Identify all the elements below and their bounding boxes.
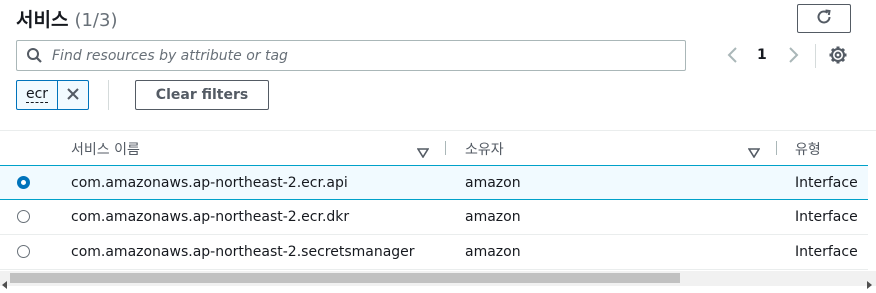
service-name-cell: com.amazonaws.ap-northeast-2.secretsmana… [71, 244, 415, 260]
service-name-cell: com.amazonaws.ap-northeast-2.ecr.api [71, 175, 348, 191]
type-cell: Interface [795, 209, 858, 225]
scroll-right-arrow-icon[interactable] [866, 274, 872, 293]
clear-filters-button[interactable]: Clear filters [135, 80, 269, 110]
owner-cell: amazon [465, 209, 521, 225]
column-resize-handle[interactable] [445, 141, 446, 155]
selection-count: (1/3) [74, 10, 118, 31]
search-field[interactable] [16, 40, 686, 71]
row-radio-button[interactable] [17, 245, 30, 258]
filter-token-dismiss-button[interactable] [58, 81, 88, 109]
column-header-service-name[interactable]: 서비스 이름 [71, 139, 140, 159]
table-row[interactable]: com.amazonaws.ap-northeast-2.ecr.api ama… [0, 165, 868, 200]
table-row[interactable]: com.amazonaws.ap-northeast-2.secretsmana… [0, 235, 868, 270]
gear-icon[interactable] [828, 45, 848, 69]
type-cell: Interface [795, 175, 858, 191]
pager-divider [815, 44, 816, 68]
search-input[interactable] [52, 41, 672, 70]
column-resize-handle[interactable] [776, 141, 777, 155]
service-name-cell: com.amazonaws.ap-northeast-2.ecr.dkr [71, 209, 350, 225]
horizontal-scrollbar[interactable] [0, 271, 876, 289]
page-title: 서비스 (1/3) [16, 5, 117, 32]
chevron-left-icon[interactable] [726, 46, 740, 68]
table-top-border [0, 130, 876, 131]
title-text: 서비스 [16, 9, 69, 31]
filter-divider [108, 80, 109, 110]
close-icon [66, 86, 80, 105]
filter-token: ecr [16, 80, 89, 110]
scroll-left-arrow-icon[interactable] [2, 274, 8, 293]
column-header-owner[interactable]: 소유자 [465, 139, 504, 159]
table-row[interactable]: com.amazonaws.ap-northeast-2.ecr.dkr ama… [0, 200, 868, 235]
filter-token-label[interactable]: ecr [17, 81, 58, 109]
current-page-number[interactable]: 1 [757, 47, 767, 63]
column-header-type[interactable]: 유형 [795, 139, 821, 159]
owner-cell: amazon [465, 175, 521, 191]
row-radio-button[interactable] [17, 176, 30, 189]
refresh-button[interactable] [797, 4, 851, 33]
owner-cell: amazon [465, 244, 521, 260]
type-cell: Interface [795, 244, 858, 260]
refresh-icon [815, 8, 833, 30]
search-icon [26, 47, 43, 68]
caret-down-icon[interactable] [416, 143, 430, 162]
caret-down-icon[interactable] [747, 143, 761, 162]
chevron-right-icon[interactable] [786, 46, 800, 68]
scrollbar-thumb[interactable] [10, 273, 680, 283]
row-radio-button[interactable] [17, 210, 30, 223]
